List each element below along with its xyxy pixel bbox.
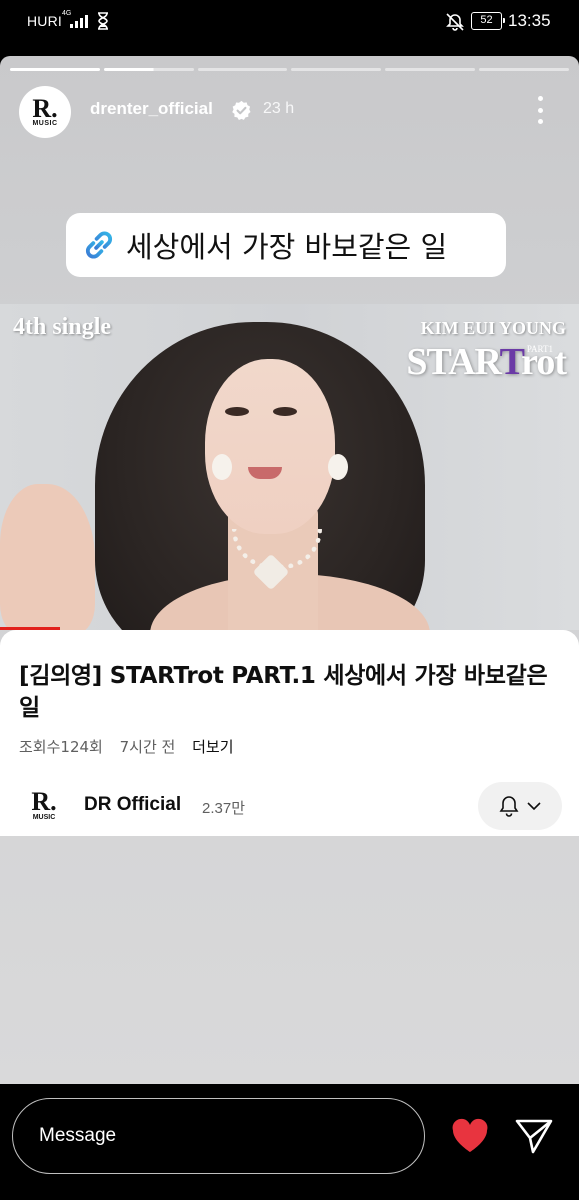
more-link[interactable]: 더보기 xyxy=(192,738,233,756)
battery-icon: 52 xyxy=(471,12,505,30)
link-sticker-text: 세상에서 가장 바보같은 일 xyxy=(126,230,448,264)
story-username[interactable]: drenter_official xyxy=(90,99,213,119)
channel-avatar[interactable]: R. MUSIC xyxy=(28,787,60,824)
heart-icon[interactable] xyxy=(450,1118,490,1154)
channel-name[interactable]: DR Official xyxy=(84,794,181,816)
subscribe-bell-button[interactable] xyxy=(478,782,562,830)
status-bar: HURI 4G 52 13:35 xyxy=(0,0,579,44)
avatar-logo: R. xyxy=(32,93,58,123)
video-title[interactable]: [김의영] STARTrot PART.1 세상에서 가장 바보같은 일 xyxy=(19,660,564,724)
send-icon[interactable] xyxy=(514,1116,554,1156)
bell-icon xyxy=(499,796,519,817)
chevron-down-icon xyxy=(527,802,541,811)
signal-icon xyxy=(70,15,88,28)
thumbnail-single-label: 4th single xyxy=(13,314,112,340)
video-meta: 조회수124회 7시간 전 더보기 xyxy=(19,736,246,757)
story-time-ago: 23 h xyxy=(263,100,295,117)
story-progress-segment xyxy=(103,68,194,71)
story-viewer[interactable]: R. MUSIC drenter_official 23 h 세상에서 가장 바… xyxy=(0,56,579,1084)
subscriber-count: 2.37만 xyxy=(202,800,245,817)
video-thumbnail[interactable]: 4th single KIM EUI YOUNG PART1 STARTrot xyxy=(0,304,579,630)
story-progress xyxy=(10,68,569,71)
bell-off-icon xyxy=(446,13,464,31)
channel-logo: R. xyxy=(31,787,57,816)
story-progress-segment xyxy=(197,68,288,71)
story-progress-segment xyxy=(291,68,382,71)
view-count: 조회수124회 xyxy=(19,738,103,756)
reply-bar: Message xyxy=(0,1084,579,1200)
story-progress-segment xyxy=(385,68,476,71)
story-progress-segment xyxy=(479,68,569,71)
message-input[interactable]: Message xyxy=(12,1098,425,1174)
avatar-logo-sub: MUSIC xyxy=(32,119,58,127)
avatar[interactable]: R. MUSIC xyxy=(19,86,71,138)
channel-logo-sub: MUSIC xyxy=(32,814,56,821)
upload-time: 7시간 전 xyxy=(119,738,176,756)
thumbnail-album-label: STARTrot xyxy=(406,341,567,383)
hourglass-icon xyxy=(98,12,108,30)
thumbnail-artist-label: KIM EUI YOUNG xyxy=(420,318,566,338)
carrier-label: HURI xyxy=(27,13,63,29)
more-options-icon[interactable] xyxy=(530,96,550,124)
verified-badge-icon xyxy=(232,100,251,120)
video-info-card[interactable]: [김의영] STARTrot PART.1 세상에서 가장 바보같은 일 조회수… xyxy=(0,630,579,836)
clock: 13:35 xyxy=(508,11,551,30)
link-icon xyxy=(85,231,113,259)
story-progress-segment xyxy=(10,68,100,71)
link-sticker[interactable]: 세상에서 가장 바보같은 일 xyxy=(66,213,506,277)
